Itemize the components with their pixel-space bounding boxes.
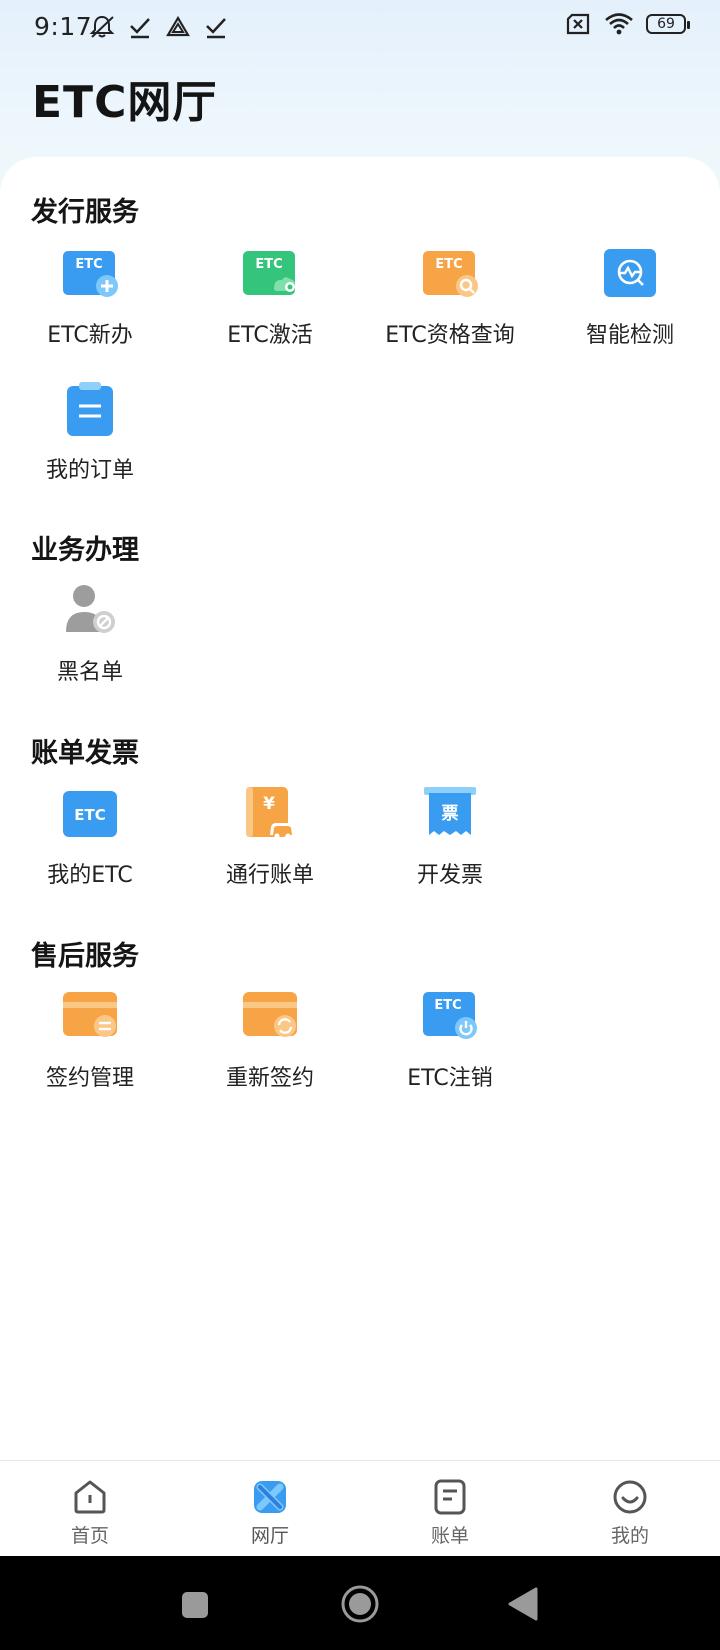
system-nav-bar [0, 1556, 720, 1650]
home-button[interactable] [340, 1584, 380, 1624]
service-label: 我的订单 [45, 458, 134, 483]
back-button[interactable] [506, 1586, 540, 1622]
service-etc-cancel[interactable]: ETC ETC注销 [360, 988, 540, 1092]
service-invoice[interactable]: 票 开发票 [360, 785, 540, 889]
check-icon [206, 18, 226, 39]
section-title-issuance: 发行服务 [31, 197, 139, 228]
drive-icon [166, 15, 190, 37]
etc-cancel-icon: ETC [423, 992, 477, 1039]
service-label: ETC新办 [47, 323, 133, 348]
service-my-orders[interactable]: 我的订单 [0, 380, 180, 484]
smart-detect-icon [604, 249, 656, 297]
service-etc-query[interactable]: ETC ETC资格查询 [360, 245, 540, 349]
profile-icon [613, 1480, 647, 1514]
svg-text:票: 票 [442, 804, 459, 824]
service-label: 重新签约 [225, 1066, 314, 1091]
svg-text:ETC: ETC [434, 998, 461, 1013]
service-label: 黑名单 [56, 660, 123, 685]
service-label: ETC资格查询 [385, 323, 515, 348]
service-label: ETC激活 [227, 323, 313, 348]
service-smart-detect[interactable]: 智能检测 [540, 245, 720, 349]
my-etc-icon: ETC [63, 791, 117, 837]
service-label: 开发票 [416, 863, 483, 888]
service-contract-manage[interactable]: 签约管理 [0, 988, 180, 1092]
svg-text:ETC: ETC [74, 806, 106, 824]
service-etc-new[interactable]: ETC ETC新办 [0, 245, 180, 349]
service-my-etc[interactable]: ETC 我的ETC [0, 785, 180, 889]
tab-hall[interactable]: 网厅 [180, 1461, 360, 1557]
svg-text:ETC: ETC [435, 257, 462, 272]
service-label: 签约管理 [45, 1066, 134, 1091]
section-title-after-sales: 售后服务 [31, 941, 139, 972]
toll-bill-icon: ¥ [246, 787, 295, 839]
svg-text:ETC: ETC [255, 257, 282, 272]
etc-activate-icon: ETC [243, 251, 296, 295]
svg-text:ETC: ETC [75, 257, 102, 272]
tab-bill[interactable]: 账单 [360, 1461, 540, 1557]
check-icon [130, 18, 150, 39]
etc-query-icon: ETC [423, 251, 478, 297]
section-title-business: 业务办理 [31, 535, 139, 566]
service-label: 我的ETC [47, 863, 133, 888]
battery-level: 69 [657, 16, 675, 32]
service-etc-activate[interactable]: ETC ETC激活 [180, 245, 360, 349]
sim-off-icon [566, 13, 590, 35]
service-toll-bill[interactable]: ¥ 通行账单 [180, 785, 360, 889]
tab-label: 账单 [430, 1525, 469, 1547]
tab-label: 网厅 [250, 1525, 289, 1547]
hall-icon [254, 1481, 286, 1513]
status-bar: 9:17 69 [0, 0, 720, 56]
recent-apps-button[interactable] [180, 1590, 210, 1620]
bill-icon [434, 1479, 466, 1515]
contract-manage-icon [63, 992, 117, 1037]
service-label: 智能检测 [585, 323, 674, 348]
status-time: 9:17 [34, 12, 93, 41]
blacklist-icon [66, 585, 115, 633]
service-re-sign[interactable]: 重新签约 [180, 988, 360, 1092]
my-orders-icon [67, 382, 113, 436]
service-blacklist[interactable]: 黑名单 [0, 582, 180, 686]
home-icon [74, 1480, 106, 1514]
tab-home[interactable]: 首页 [0, 1461, 180, 1557]
re-sign-icon [243, 992, 297, 1037]
service-label: 通行账单 [225, 863, 314, 888]
tab-label: 我的 [610, 1525, 649, 1547]
etc-new-icon: ETC [63, 251, 118, 297]
section-title-billing: 账单发票 [31, 738, 139, 769]
svg-text:¥: ¥ [263, 794, 275, 814]
battery-icon: 69 [646, 14, 690, 34]
bottom-tab-bar: 首页 网厅 账单 我的 [0, 1460, 720, 1557]
wifi-icon [605, 13, 633, 35]
mute-icon [89, 15, 115, 38]
status-system-icons: 69 [564, 12, 690, 36]
tab-profile[interactable]: 我的 [540, 1461, 720, 1557]
invoice-icon: 票 [424, 787, 476, 835]
service-label: ETC注销 [407, 1066, 493, 1091]
tab-label: 首页 [70, 1525, 109, 1547]
page-title: ETC网厅 [32, 77, 218, 128]
status-notification-icons [88, 14, 230, 40]
